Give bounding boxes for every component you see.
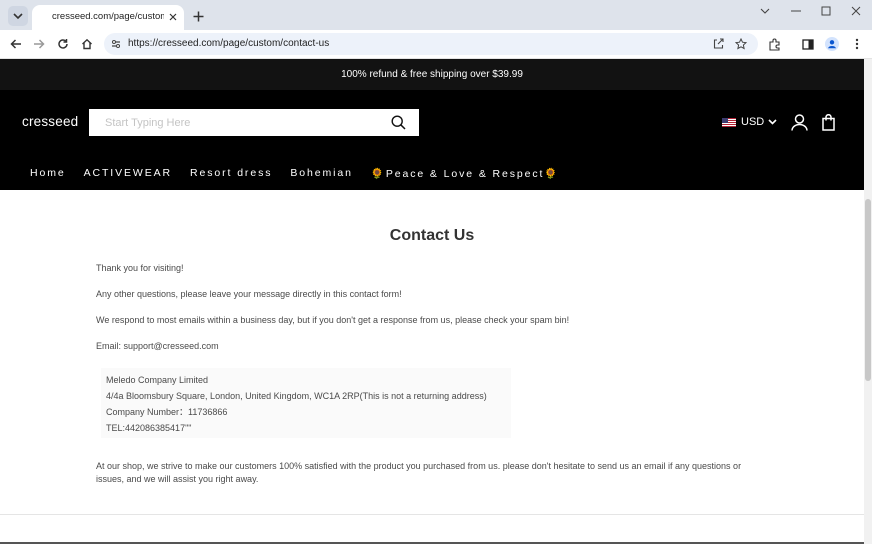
home-button[interactable] [78, 35, 96, 53]
more-vertical-icon [855, 38, 859, 50]
page-scrollbar[interactable] [864, 59, 872, 544]
site-logo[interactable]: cresseed [22, 114, 78, 129]
questions-text: Any other questions, please leave your m… [96, 289, 402, 299]
url-text[interactable]: https://cresseed.com/page/custom/contact… [128, 38, 329, 49]
thank-you-text: Thank you for visiting! [96, 263, 184, 273]
announcement-bar: 100% refund & free shipping over $39.99 [0, 59, 864, 90]
page-content: Contact Us Thank you for visiting! Any o… [0, 190, 864, 544]
browser-toolbar: https://cresseed.com/page/custom/contact… [0, 30, 872, 59]
company-name: Meledo Company Limited [106, 375, 209, 385]
reload-icon [58, 39, 68, 49]
company-number: Company Number：11736866 [106, 407, 228, 417]
puzzle-icon [768, 38, 780, 51]
chevron-down-icon [768, 119, 777, 125]
email-text[interactable]: Email: support@cresseed.com [96, 340, 219, 353]
currency-selector[interactable]: USD [722, 116, 777, 128]
scrollbar-thumb[interactable] [865, 199, 871, 381]
account-icon[interactable] [791, 114, 808, 131]
side-panel-button[interactable] [799, 35, 817, 53]
chevron-down-icon [13, 12, 23, 19]
profile-button[interactable] [823, 35, 841, 53]
address-bar[interactable]: https://cresseed.com/page/custom/contact… [104, 33, 758, 55]
tab-title: cresseed.com/page/custom/contact-us [52, 11, 164, 22]
cart-bag-icon[interactable] [821, 114, 836, 131]
close-window-button[interactable] [844, 3, 868, 19]
us-flag-icon [722, 117, 736, 127]
tab-close-icon[interactable] [166, 10, 180, 24]
arrow-left-icon [10, 39, 21, 49]
site-info-icon[interactable] [111, 39, 121, 49]
window-list-button[interactable] [753, 3, 777, 19]
nav-item-activewear[interactable]: ACTIVEWEAR [84, 167, 172, 180]
page-title: Contact Us [389, 227, 475, 244]
new-tab-button[interactable] [190, 8, 206, 24]
browser-menu-button[interactable] [848, 35, 866, 53]
maximize-icon [821, 6, 831, 16]
nav-item-bohemian[interactable]: Bohemian [290, 167, 352, 180]
footer-divider [0, 514, 864, 515]
site-header: cresseed USD Home ACTIVEWEAR Resort dres… [0, 90, 864, 190]
company-tel: TEL:442086385417"" [106, 423, 192, 433]
share-icon[interactable] [713, 38, 724, 49]
tab-search-button[interactable] [8, 6, 28, 26]
nav-item-resort-dress[interactable]: Resort dress [190, 167, 272, 180]
profile-avatar-icon [825, 37, 839, 51]
forward-button[interactable] [30, 35, 48, 53]
browser-tab-active[interactable]: cresseed.com/page/custom/contact-us [32, 5, 184, 30]
currency-label: USD [741, 116, 765, 128]
chevron-down-icon [760, 8, 770, 14]
reload-button[interactable] [54, 35, 72, 53]
maximize-button[interactable] [814, 3, 838, 19]
main-nav: Home ACTIVEWEAR Resort dress Bohemian 🌻P… [30, 167, 559, 180]
side-panel-icon [802, 38, 814, 50]
minimize-button[interactable] [784, 3, 808, 19]
response-text: We respond to most emails within a busin… [96, 315, 570, 325]
close-icon [851, 6, 861, 16]
nav-item-peace-love-respect[interactable]: 🌻Peace & Love & Respect🌻 [371, 167, 559, 180]
search-input[interactable] [89, 109, 385, 136]
closing-text: At our shop, we strive to make our custo… [96, 461, 742, 484]
nav-item-home[interactable]: Home [30, 167, 66, 180]
bookmark-star-icon[interactable] [735, 38, 747, 50]
search-icon[interactable] [391, 115, 406, 130]
extensions-button[interactable] [765, 35, 783, 53]
minimize-icon [791, 10, 801, 12]
plus-icon [193, 11, 203, 21]
back-button[interactable] [7, 35, 25, 53]
search-box [89, 109, 419, 136]
company-address-block: Meledo Company Limited 4/4a Bloomsbury S… [101, 368, 511, 438]
company-street: 4/4a Bloomsbury Square, London, United K… [106, 391, 487, 401]
arrow-right-icon [34, 39, 45, 49]
home-icon [82, 38, 92, 50]
browser-tabstrip: cresseed.com/page/custom/contact-us [0, 0, 872, 30]
